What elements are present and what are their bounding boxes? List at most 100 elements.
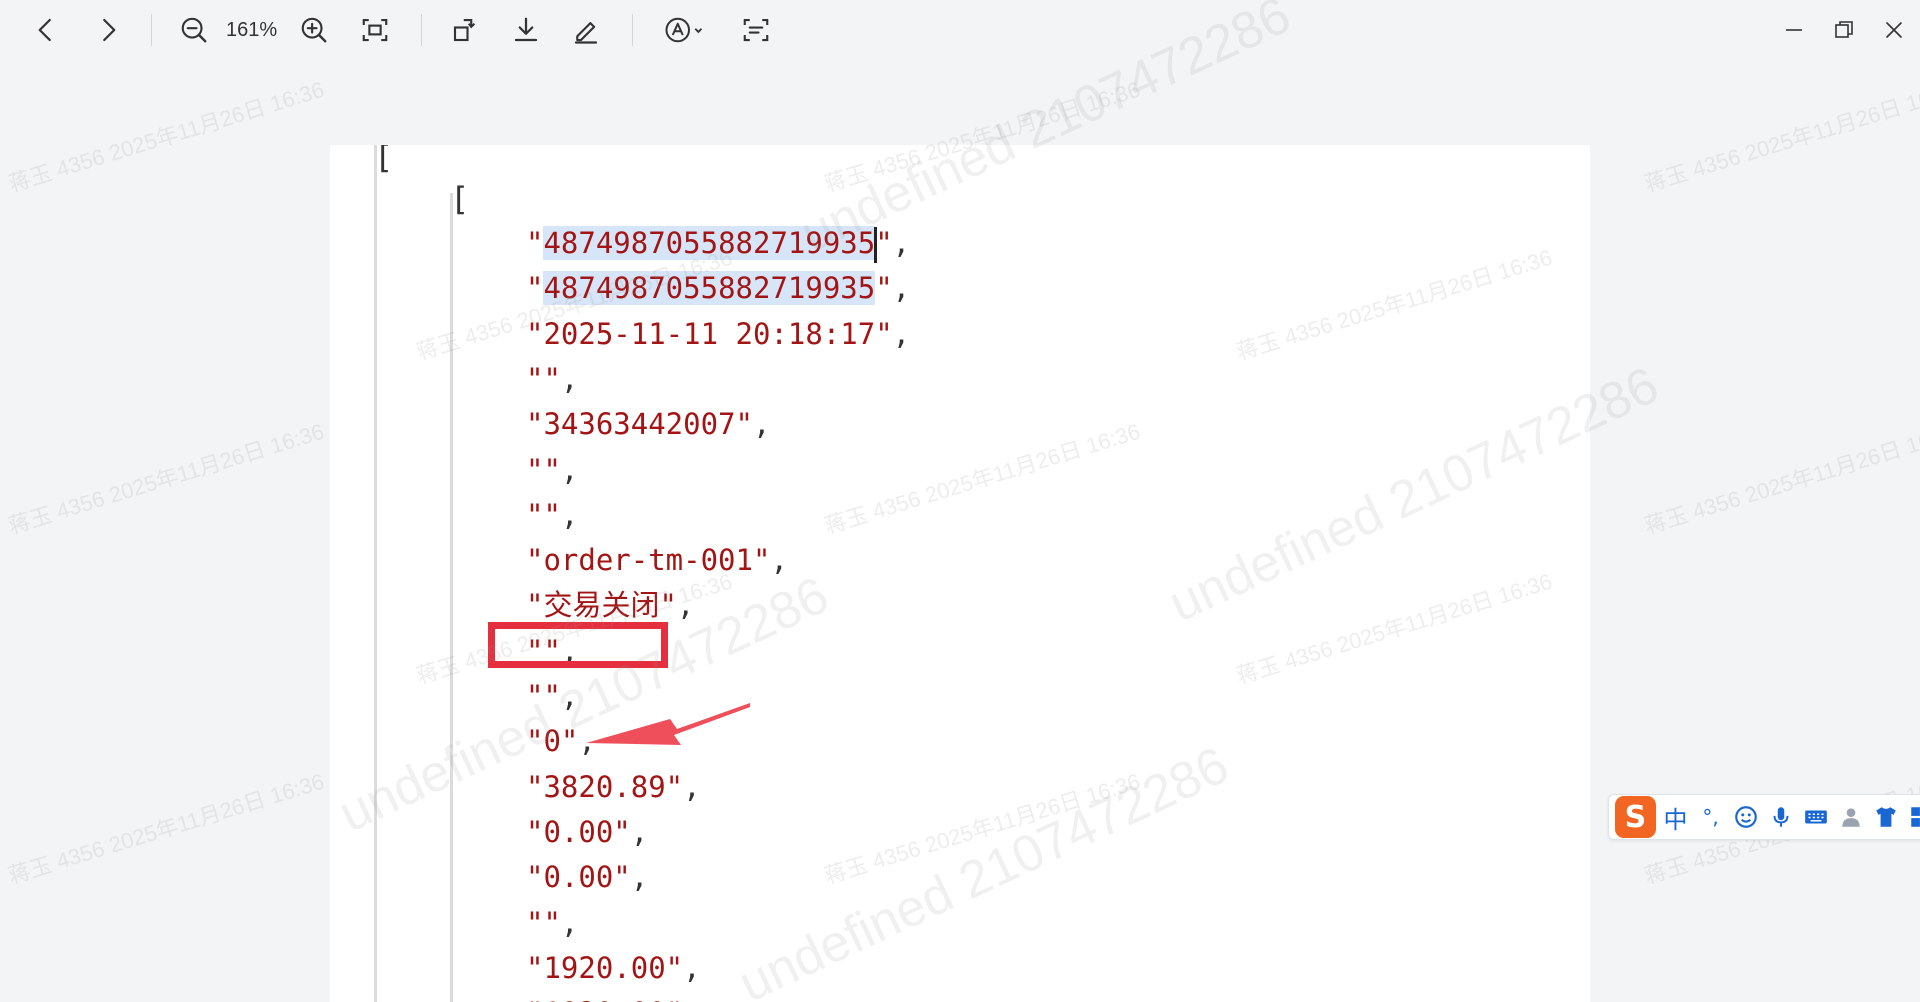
json-value-line: "交易关闭", bbox=[526, 585, 694, 625]
grid-icon bbox=[1911, 807, 1920, 827]
json-value-line: "order-tm-001", bbox=[526, 540, 788, 580]
microphone-icon bbox=[1773, 807, 1789, 827]
json-string-end: " bbox=[875, 271, 893, 306]
json-comma: , bbox=[676, 588, 695, 623]
json-value-line: "", bbox=[526, 359, 578, 399]
zoom-in-icon bbox=[301, 17, 327, 43]
json-value-line: "1920.00" bbox=[526, 993, 683, 1002]
json-comma: , bbox=[752, 407, 771, 442]
json-value-line: "", bbox=[526, 450, 578, 490]
json-value-line: "4874987055882719935", bbox=[526, 223, 910, 263]
json-value-line: "", bbox=[526, 631, 578, 671]
json-comma: , bbox=[560, 633, 579, 668]
json-value-line: "2025-11-11 20:18:17", bbox=[526, 314, 910, 354]
json-string: "" bbox=[526, 633, 561, 668]
annotation-arrow-shape bbox=[586, 703, 750, 745]
json-string: "0.00" bbox=[526, 860, 631, 895]
close-button[interactable] bbox=[1872, 10, 1916, 50]
toolbar-divider bbox=[151, 14, 152, 46]
fit-screen-icon bbox=[362, 18, 388, 42]
indent-guide bbox=[374, 145, 377, 1002]
rotate-icon bbox=[453, 18, 476, 42]
json-comma: , bbox=[683, 950, 701, 985]
close-icon bbox=[1886, 22, 1902, 38]
json-value-line: "", bbox=[526, 495, 578, 535]
minimize-icon bbox=[1786, 29, 1802, 31]
toolbox-button[interactable] bbox=[1906, 797, 1920, 837]
toolbar-divider bbox=[632, 14, 633, 46]
json-string: "" bbox=[526, 905, 561, 940]
json-comma: , bbox=[892, 271, 911, 306]
ime-punctuation[interactable]: °, bbox=[1695, 797, 1726, 837]
keyboard-icon bbox=[1805, 810, 1827, 824]
zoom-out-icon bbox=[181, 17, 207, 43]
json-value-line: "0", bbox=[526, 721, 596, 761]
json-string: "" bbox=[526, 452, 561, 487]
json-value-line: "0.00", bbox=[526, 812, 648, 852]
user-icon bbox=[1842, 808, 1860, 827]
forward-button[interactable] bbox=[88, 10, 128, 50]
emoji-button[interactable] bbox=[1730, 797, 1761, 837]
json-string: "交易关闭" bbox=[526, 588, 677, 623]
zoom-out-button[interactable] bbox=[174, 10, 214, 50]
viewer-toolbar: 161% bbox=[0, 0, 1920, 60]
zoom-in-button[interactable] bbox=[294, 10, 334, 50]
restore-button[interactable] bbox=[1822, 10, 1866, 50]
text-recognition-dropdown[interactable] bbox=[656, 10, 712, 50]
json-string: "2025-11-11 20:18:17" bbox=[526, 316, 893, 351]
indent-guide bbox=[450, 193, 453, 1002]
json-value-line: "4874987055882719935", bbox=[526, 268, 910, 308]
soft-keyboard-button[interactable] bbox=[1800, 797, 1831, 837]
json-string: " bbox=[526, 226, 544, 260]
back-button[interactable] bbox=[26, 10, 66, 50]
json-comma: , bbox=[560, 452, 579, 487]
json-string: "" bbox=[526, 679, 561, 713]
json-comma: , bbox=[630, 860, 649, 895]
scan-text-button[interactable] bbox=[736, 10, 776, 50]
screenshot-image: [ [ "4874987055882719935", "4874987055882… bbox=[330, 145, 1590, 1002]
json-string: " bbox=[526, 271, 544, 306]
download-icon bbox=[514, 17, 538, 42]
json-value-line: "0.00", bbox=[526, 857, 648, 897]
smiley-icon bbox=[1734, 806, 1757, 828]
annotation-arrow bbox=[586, 703, 750, 745]
json-string: "0" bbox=[526, 724, 579, 759]
json-string: "34363442007" bbox=[526, 407, 753, 442]
json-value-line: "", bbox=[526, 903, 578, 943]
json-comma: , bbox=[892, 226, 911, 260]
json-comma: , bbox=[770, 543, 788, 578]
download-button[interactable] bbox=[506, 10, 546, 50]
ime-logo[interactable]: S bbox=[1615, 796, 1656, 838]
outer-bracket: [ bbox=[374, 145, 394, 176]
json-comma: , bbox=[683, 769, 701, 804]
image-viewer-canvas[interactable]: [ [ "4874987055882719935", "4874987055882… bbox=[0, 60, 1920, 1002]
pen-icon bbox=[574, 22, 598, 44]
json-comma: , bbox=[560, 361, 579, 396]
ime-chinese-mode[interactable]: 中 bbox=[1660, 797, 1691, 837]
toolbar-divider bbox=[421, 14, 422, 46]
json-string: "" bbox=[526, 497, 561, 532]
skin-button[interactable] bbox=[1871, 797, 1902, 837]
rotate-button[interactable] bbox=[445, 10, 485, 50]
chevron-right-icon bbox=[103, 18, 116, 42]
restore-icon bbox=[1835, 21, 1853, 38]
json-value-line: "1920.00", bbox=[526, 948, 701, 988]
json-comma: , bbox=[578, 724, 596, 759]
json-value-line: "3820.89", bbox=[526, 767, 701, 807]
fit-to-window-button[interactable] bbox=[355, 10, 395, 50]
json-string: "1920.00" bbox=[526, 950, 684, 985]
user-center-button[interactable] bbox=[1836, 797, 1867, 837]
ime-toolbar: S 中 °, bbox=[1608, 794, 1920, 840]
scan-icon bbox=[743, 18, 769, 42]
json-comma: , bbox=[892, 316, 911, 351]
json-value-line: "", bbox=[526, 676, 578, 716]
json-comma: , bbox=[560, 497, 579, 532]
chevron-left-icon bbox=[38, 18, 51, 42]
voice-input-button[interactable] bbox=[1765, 797, 1796, 837]
edit-button[interactable] bbox=[566, 10, 606, 50]
json-string: "3820.89" bbox=[526, 769, 684, 804]
ocr-text-icon bbox=[665, 17, 703, 43]
json-string-end: " bbox=[875, 226, 893, 260]
json-string: "0.00" bbox=[526, 814, 631, 849]
minimize-button[interactable] bbox=[1772, 10, 1816, 50]
